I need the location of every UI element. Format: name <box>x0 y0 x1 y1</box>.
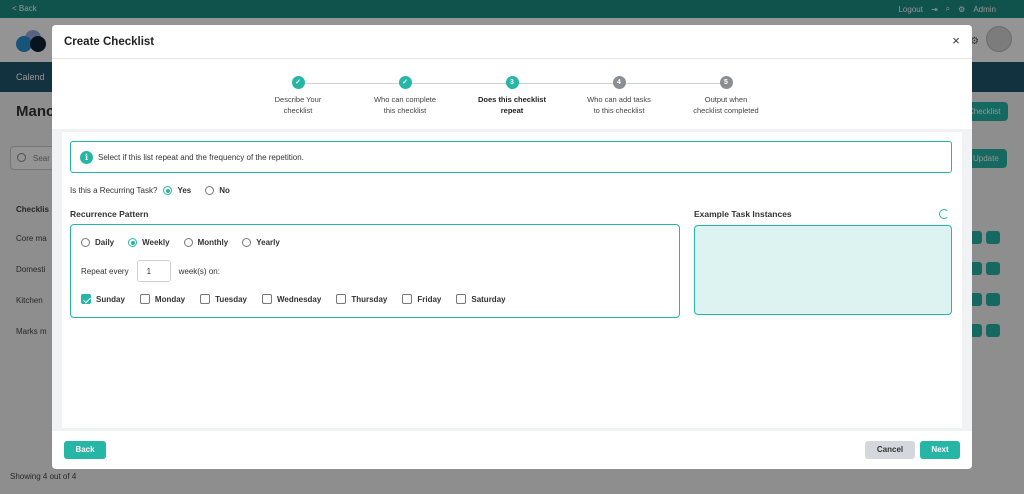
refresh-icon[interactable] <box>939 209 949 219</box>
modal-footer: Back Cancel Next <box>52 431 972 469</box>
day-wednesday-checkbox[interactable]: Wednesday <box>262 294 321 304</box>
check-icon: ✓ <box>291 76 305 89</box>
recurring-question-row: Is this a Recurring Task? Yes No <box>70 186 244 195</box>
check-icon: ✓ <box>398 76 412 89</box>
day-tuesday-checkbox[interactable]: Tuesday <box>200 294 247 304</box>
back-button[interactable]: Back <box>64 441 106 459</box>
recurring-question: Is this a Recurring Task? <box>70 186 158 195</box>
example-instances-label: Example Task Instances <box>694 209 792 219</box>
cancel-button[interactable]: Cancel <box>865 441 915 459</box>
modal-header: Create Checklist × <box>52 25 972 59</box>
step-number: 4 <box>612 76 626 89</box>
step-describe[interactable]: ✓ Describe Your checklist <box>243 76 353 116</box>
frequency-weekly-radio[interactable]: Weekly <box>128 238 170 247</box>
recurring-yes-radio[interactable]: Yes <box>163 186 191 195</box>
step-repeat[interactable]: 3 Does this checklist repeat <box>457 76 567 116</box>
info-banner: i Select if this list repeat and the fre… <box>70 141 952 173</box>
modal-title: Create Checklist <box>64 36 155 48</box>
weekday-checkboxes: Sunday Monday Tuesday Wednesday Thursday… <box>81 294 521 304</box>
repeat-every-label: Repeat every <box>81 266 129 276</box>
day-monday-checkbox[interactable]: Monday <box>139 294 185 304</box>
repeat-unit-label: week(s) on: <box>178 266 220 276</box>
step-output[interactable]: 5 Output when checklist completed <box>671 76 781 116</box>
frequency-options: Daily Weekly Monthly Yearly <box>81 238 294 247</box>
step-number: 3 <box>505 76 519 89</box>
info-icon: i <box>80 151 93 164</box>
info-text: Select if this list repeat and the frequ… <box>98 153 304 162</box>
frequency-monthly-radio[interactable]: Monthly <box>183 238 228 247</box>
day-friday-checkbox[interactable]: Friday <box>402 294 441 304</box>
step-number: 5 <box>719 76 733 89</box>
wizard-stepper: ✓ Describe Your checklist ✓ Who can compl… <box>52 59 972 129</box>
create-checklist-modal: Create Checklist × ✓ Describe Your checkl… <box>52 25 972 469</box>
modal-content: i Select if this list repeat and the fre… <box>62 132 962 428</box>
day-thursday-checkbox[interactable]: Thursday <box>336 294 387 304</box>
next-button[interactable]: Next <box>920 441 960 459</box>
day-saturday-checkbox[interactable]: Saturday <box>456 294 506 304</box>
frequency-yearly-radio[interactable]: Yearly <box>242 238 280 247</box>
recurrence-pattern-label: Recurrence Pattern <box>70 209 149 219</box>
repeat-interval-input[interactable] <box>136 260 171 282</box>
day-sunday-checkbox[interactable]: Sunday <box>81 294 125 304</box>
step-who-add[interactable]: 4 Who can add tasks to this checklist <box>564 76 674 116</box>
recurring-no-radio[interactable]: No <box>205 186 230 195</box>
close-icon[interactable]: × <box>948 33 964 49</box>
example-instances-box <box>694 225 952 315</box>
frequency-daily-radio[interactable]: Daily <box>81 238 114 247</box>
step-who-complete[interactable]: ✓ Who can complete this checklist <box>350 76 460 116</box>
recurrence-pattern-box: Daily Weekly Monthly Yearly Repeat every… <box>70 224 680 318</box>
repeat-every-row: Repeat every week(s) on: <box>81 260 220 282</box>
